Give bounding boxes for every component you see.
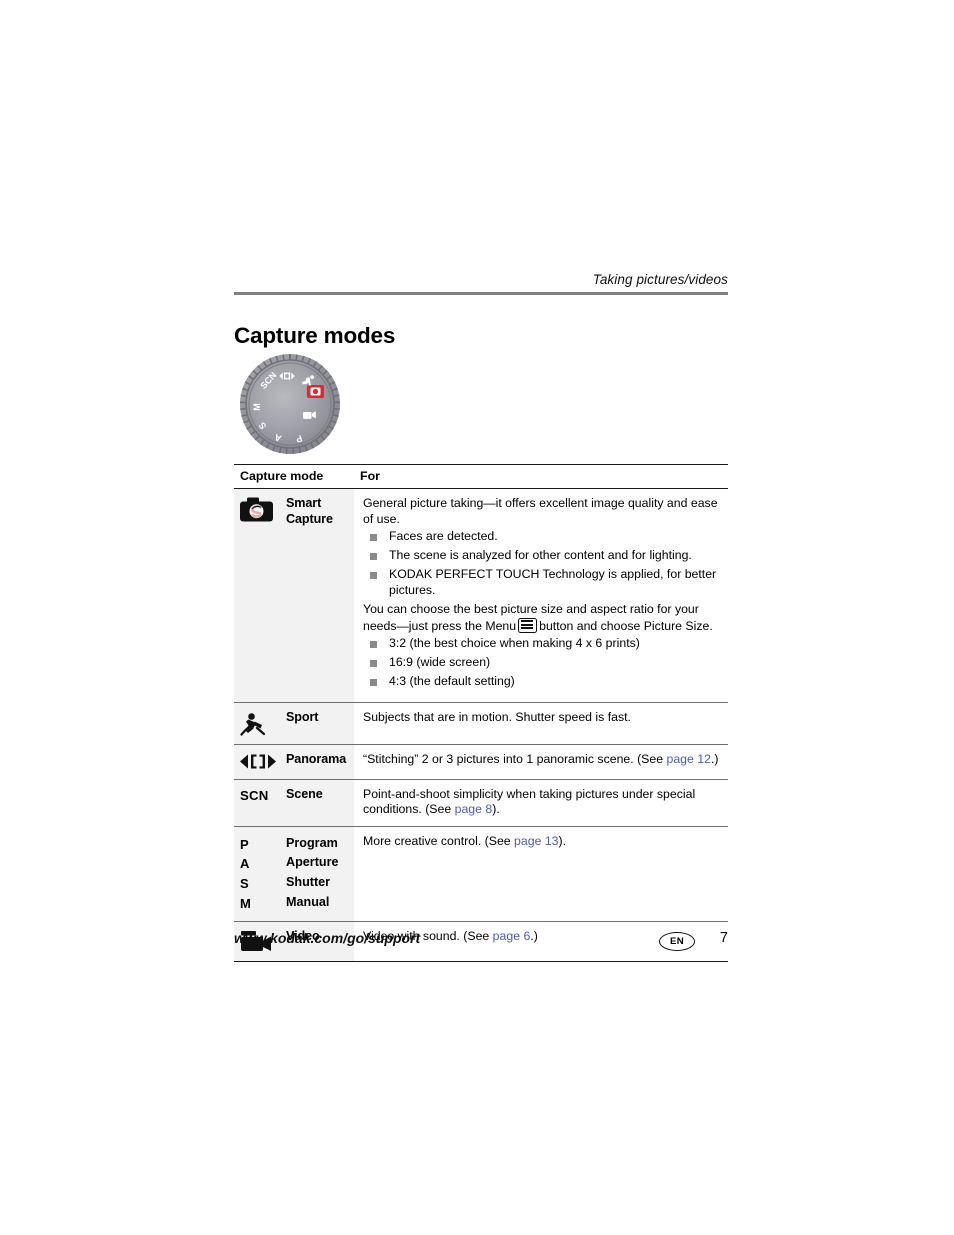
page-number: 7	[719, 930, 728, 946]
running-header: Taking pictures/videos	[592, 272, 728, 287]
list-item: KODAK PERFECT TOUCH Technology is applie…	[363, 567, 720, 598]
letter-p: P	[240, 836, 249, 852]
table-row: P A S M Program Aperture Shutter Manual	[234, 826, 728, 923]
desc-after: ).	[558, 833, 567, 848]
list-item: 4:3 (the default setting)	[363, 674, 720, 690]
bullet-list-b: 3:2 (the best choice when making 4 x 6 p…	[363, 636, 720, 690]
list-item: 3:2 (the best choice when making 4 x 6 p…	[363, 636, 720, 652]
sport-runner-icon	[240, 710, 278, 736]
svg-text:M: M	[252, 403, 262, 411]
smart-capture-camera-icon	[240, 496, 278, 522]
mode-label-program: Program	[286, 835, 338, 850]
letter-s: S	[240, 875, 249, 891]
page-footer: www.kodak.com/go/support EN 7	[234, 930, 728, 956]
mode-cell-smart-capture: Smart Capture	[234, 488, 354, 703]
mode-label-scene: Scene	[286, 786, 323, 801]
bullet-list-a: Faces are detected. The scene is analyze…	[363, 529, 720, 598]
support-url[interactable]: www.kodak.com/go/support	[234, 930, 420, 946]
letter-a: A	[240, 856, 250, 872]
desc-cell-scene: Point-and-shoot simplicity when taking p…	[354, 779, 728, 827]
desc-before: Point-and-shoot simplicity when taking p…	[363, 786, 696, 817]
mode-dial-svg: SCN M S A P	[240, 354, 340, 454]
table-row: Sport Subjects that are in motion. Shutt…	[234, 702, 728, 745]
desc-cell-smart-capture: General picture taking—it offers excelle…	[354, 488, 728, 703]
mode-cell-scene: SCN Scene	[234, 779, 354, 827]
table-row: SCN Scene Point-and-shoot simplicity whe…	[234, 779, 728, 827]
mode-cell-panorama: Panorama	[234, 744, 354, 780]
pasm-names-stack: Program Aperture Shutter Manual	[286, 834, 338, 912]
page-link-13[interactable]: page 13	[514, 834, 558, 848]
page-title: Capture modes	[234, 323, 396, 349]
language-badge: EN	[659, 932, 695, 951]
desc-after: .)	[710, 751, 719, 766]
desc-before: “Stitching” 2 or 3 pictures into 1 panor…	[363, 751, 667, 766]
capture-modes-table: Capture mode For Smart Capture General p…	[234, 464, 728, 963]
desc-cell-sport: Subjects that are in motion. Shutter spe…	[354, 702, 728, 745]
mode-dial-image: SCN M S A P	[234, 352, 374, 456]
desc-before: More creative control. (See	[363, 833, 515, 848]
page-link-12[interactable]: page 12	[666, 752, 710, 766]
page-link-8[interactable]: page 8	[455, 802, 493, 816]
desc-continued-after: button and choose Picture Size.	[539, 618, 713, 633]
desc-cell-panorama: “Stitching” 2 or 3 pictures into 1 panor…	[354, 744, 728, 780]
mode-dial-illustration: SCN M S A P	[234, 352, 728, 817]
desc-continued: You can choose the best picture size and…	[363, 602, 720, 634]
scn-label: SCN	[240, 787, 269, 803]
list-item: The scene is analyzed for other content …	[363, 548, 720, 564]
header-rule	[234, 292, 728, 295]
list-item: 16:9 (wide screen)	[363, 655, 720, 671]
desc-cell-pasm: More creative control. (See page 13).	[354, 826, 728, 923]
desc-lead: General picture taking—it offers excelle…	[363, 496, 718, 526]
pasm-letters-stack: P A S M	[240, 835, 251, 913]
table-row: Smart Capture General picture taking—it …	[234, 488, 728, 703]
list-item: Faces are detected.	[363, 529, 720, 545]
mode-cell-pasm: P A S M Program Aperture Shutter Manual	[234, 826, 354, 923]
mode-label-manual: Manual	[286, 894, 330, 909]
table-row: Panorama “Stitching” 2 or 3 pictures int…	[234, 744, 728, 780]
mode-label-shutter: Shutter	[286, 874, 331, 889]
mode-label-sport: Sport	[286, 709, 319, 724]
mode-label-panorama: Panorama	[286, 751, 347, 766]
mode-label-aperture: Aperture	[286, 855, 339, 870]
mode-cell-sport: Sport	[234, 702, 354, 745]
table-header-row: Capture mode For	[234, 464, 728, 489]
menu-button-icon	[518, 617, 538, 633]
column-header-for: For	[354, 464, 728, 489]
column-header-capture-mode: Capture mode	[234, 464, 354, 489]
panorama-icon	[240, 752, 278, 771]
desc-after: ).	[492, 802, 500, 817]
mode-label-smart-capture: Smart Capture	[286, 496, 333, 526]
letter-m: M	[240, 895, 251, 911]
pasm-letters: P A S M	[240, 834, 278, 913]
